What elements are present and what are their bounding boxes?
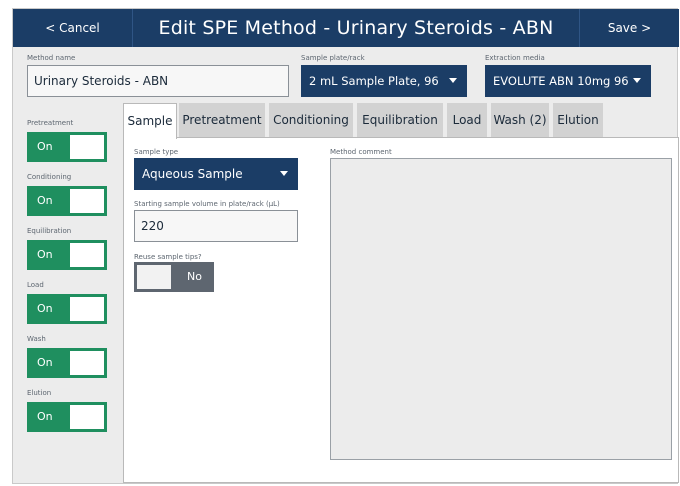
toggle-knob	[70, 405, 104, 429]
step-label: Pretreatment	[27, 119, 74, 127]
step-label: Elution	[27, 389, 52, 397]
tab-equilibration[interactable]: Equilibration	[357, 103, 445, 137]
app-window: < Cancel Edit SPE Method - Urinary Stero…	[12, 8, 679, 484]
step-label: Conditioning	[27, 173, 72, 181]
starting-volume-field[interactable]: 220	[134, 210, 298, 242]
step-toggle-pretreatment: Pretreatment On	[27, 119, 107, 162]
tab-sample[interactable]: Sample	[123, 103, 177, 139]
wash-toggle[interactable]: On	[27, 348, 107, 378]
method-name-field[interactable]: Urinary Steroids - ABN	[27, 65, 289, 97]
save-button[interactable]: Save >	[579, 9, 679, 47]
sample-plate-label: Sample plate/rack	[301, 54, 365, 62]
starting-volume-label: Starting sample volume in plate/rack (μL…	[134, 200, 280, 208]
method-comment-field[interactable]	[330, 158, 672, 460]
load-toggle[interactable]: On	[27, 294, 107, 324]
tab-conditioning[interactable]: Conditioning	[269, 103, 355, 137]
sample-type-select[interactable]: Aqueous Sample	[134, 158, 298, 190]
pretreatment-toggle[interactable]: On	[27, 132, 107, 162]
tab-elution[interactable]: Elution	[553, 103, 605, 137]
step-toggle-wash: Wash On	[27, 335, 107, 378]
sample-plate-value: 2 mL Sample Plate, 96	[309, 74, 439, 88]
step-toggle-conditioning: Conditioning On	[27, 173, 107, 216]
toggle-knob	[70, 297, 104, 321]
cancel-button[interactable]: < Cancel	[13, 9, 133, 47]
toggle-knob	[70, 243, 104, 267]
conditioning-toggle[interactable]: On	[27, 186, 107, 216]
toggle-state: On	[37, 248, 53, 261]
header-bar: < Cancel Edit SPE Method - Urinary Stero…	[13, 9, 679, 47]
chevron-down-icon	[449, 78, 457, 83]
toggle-state: On	[37, 140, 53, 153]
method-name-label: Method name	[27, 54, 76, 62]
tab-pretreatment[interactable]: Pretreatment	[179, 103, 267, 137]
step-toggle-elution: Elution On	[27, 389, 107, 432]
sample-type-value: Aqueous Sample	[142, 167, 243, 181]
step-toggle-load: Load On	[27, 281, 107, 324]
elution-toggle[interactable]: On	[27, 402, 107, 432]
toggle-state: On	[37, 194, 53, 207]
sample-plate-select[interactable]: 2 mL Sample Plate, 96	[301, 65, 467, 97]
method-comment-label: Method comment	[330, 148, 392, 156]
reuse-tips-label: Reuse sample tips?	[134, 253, 202, 261]
step-label: Equilibration	[27, 227, 72, 235]
step-toggle-equilibration: Equilibration On	[27, 227, 107, 270]
sample-type-label: Sample type	[134, 148, 179, 156]
toggle-state: On	[37, 302, 53, 315]
toggle-knob	[70, 189, 104, 213]
step-label: Wash	[27, 335, 46, 343]
sample-tab-panel: Sample type Aqueous Sample Starting samp…	[123, 137, 679, 483]
tab-wash[interactable]: Wash (2)	[491, 103, 551, 137]
toggle-knob	[137, 265, 171, 289]
toggle-state: No	[187, 270, 202, 283]
extraction-media-value: EVOLUTE ABN 10mg 96	[493, 74, 629, 88]
page-title: Edit SPE Method - Urinary Steroids - ABN	[158, 17, 554, 39]
toggle-state: On	[37, 410, 53, 423]
toggle-state: On	[37, 356, 53, 369]
tab-load[interactable]: Load	[447, 103, 489, 137]
chevron-down-icon	[633, 78, 641, 83]
toggle-knob	[70, 351, 104, 375]
extraction-media-select[interactable]: EVOLUTE ABN 10mg 96	[485, 65, 651, 97]
extraction-media-label: Extraction media	[485, 54, 545, 62]
chevron-down-icon	[280, 171, 288, 176]
reuse-tips-toggle[interactable]: No	[134, 262, 214, 292]
toggle-knob	[70, 135, 104, 159]
equilibration-toggle[interactable]: On	[27, 240, 107, 270]
step-label: Load	[27, 281, 44, 289]
